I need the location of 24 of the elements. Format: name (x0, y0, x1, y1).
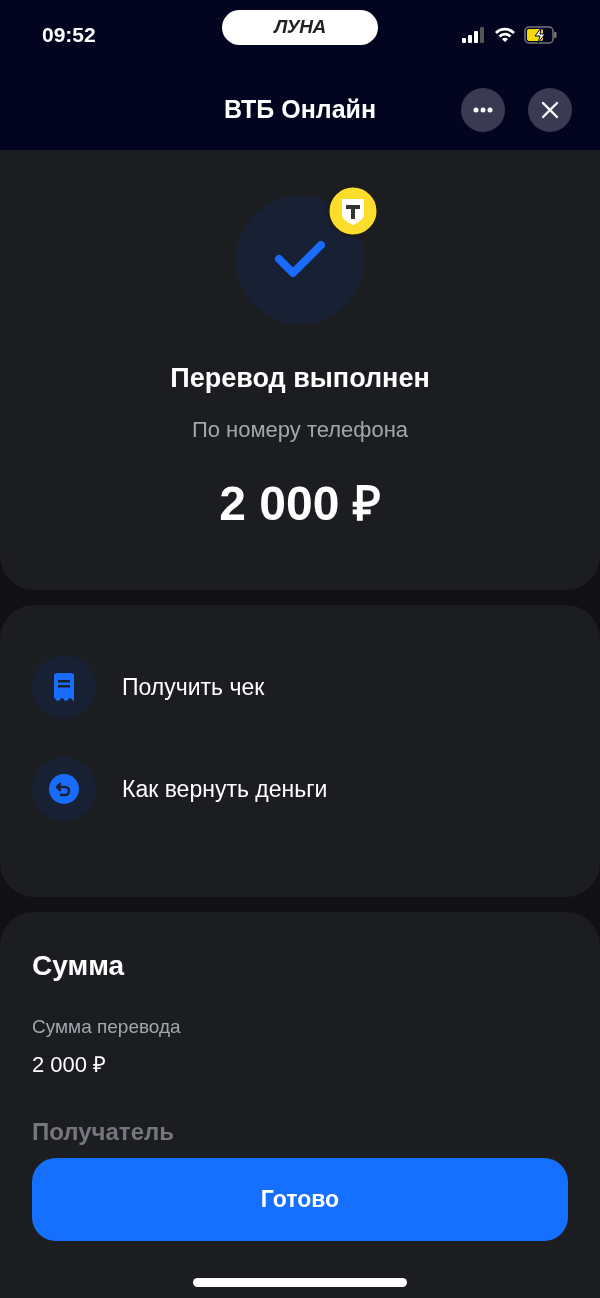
action-link[interactable]: Получить чек (122, 669, 265, 705)
shield-badge-icon (326, 184, 380, 238)
field-value: 2 000 ₽ (32, 1050, 108, 1079)
receipt-icon (52, 672, 76, 702)
done-button[interactable]: Готово (32, 1158, 568, 1241)
signal-icon (462, 27, 486, 43)
more-icon (473, 107, 493, 113)
wifi-icon (494, 27, 516, 43)
result-subtitle: По номеру телефона (191, 415, 409, 444)
section-title: Сумма (32, 949, 126, 983)
checkmark-icon (275, 241, 325, 279)
section-title: Получатель (32, 1116, 175, 1147)
app-title: ВТБ Онлайн (223, 94, 377, 126)
status-time: 09:52 (42, 22, 96, 49)
return-icon (49, 774, 79, 804)
amount: 2 000 ₽ (219, 475, 381, 532)
more-button[interactable] (461, 88, 505, 132)
field-label: Сумма перевода (32, 1015, 182, 1039)
close-icon (541, 101, 559, 119)
battery-charging-icon (524, 26, 558, 44)
action-link[interactable]: Как вернуть деньги (122, 771, 328, 807)
result-title: Перевод выполнен (170, 362, 430, 395)
close-button[interactable] (528, 88, 572, 132)
carrier-badge: ЛУНА (222, 10, 378, 45)
